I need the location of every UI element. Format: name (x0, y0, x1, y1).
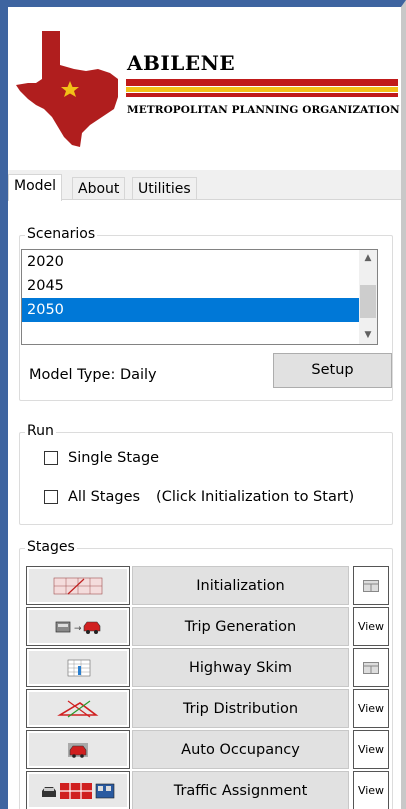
traffic-assignment-icon-button[interactable] (26, 771, 130, 809)
all-stages-checkbox[interactable] (44, 490, 58, 504)
highway-skim-table-button[interactable] (353, 648, 389, 687)
scrollbar-thumb[interactable] (360, 285, 376, 318)
logo-stripe-red-2 (126, 93, 398, 97)
list-item[interactable]: 2020 (22, 250, 360, 274)
setup-button[interactable]: Setup (273, 353, 392, 388)
single-stage-checkbox[interactable] (44, 451, 58, 465)
skim-table-icon (67, 659, 91, 676)
distribution-triangle-icon (57, 700, 99, 717)
highway-skim-icon-button[interactable] (26, 648, 130, 687)
auto-occupancy-view-button[interactable]: View (353, 730, 389, 769)
stage-row-trip-distribution: Trip Distribution View (26, 689, 401, 728)
list-item[interactable]: 2050 (22, 298, 360, 322)
stages-label: Stages (25, 538, 77, 556)
all-stages-option[interactable]: All Stages (Click Initialization to Star… (44, 489, 354, 505)
texas-map-icon (16, 31, 118, 147)
car-to-car-icon: → (55, 621, 101, 634)
scrollbar[interactable]: ▲ ▼ (359, 250, 377, 344)
vehicles-assignment-icon (42, 782, 115, 799)
stage-row-traffic-assignment: Traffic Assignment View (26, 771, 401, 809)
all-stages-hint: (Click Initialization to Start) (156, 489, 355, 505)
model-type-label: Model Type: Daily (29, 367, 157, 383)
all-stages-label: All Stages (68, 489, 141, 505)
stage-row-highway-skim: Highway Skim (26, 648, 401, 687)
initialization-button[interactable]: Initialization (132, 566, 349, 605)
auto-occupancy-icon-button[interactable] (26, 730, 130, 769)
trip-distribution-icon-button[interactable] (26, 689, 130, 728)
app-window: Abilene Metropolitan Planning Organizati… (8, 7, 401, 809)
auto-occupancy-button[interactable]: Auto Occupancy (132, 730, 349, 769)
trip-generation-icon-button[interactable]: → (26, 607, 130, 646)
traffic-assignment-view-button[interactable]: View (353, 771, 389, 809)
red-car-icon (68, 742, 88, 758)
logo-stripe-red (126, 79, 398, 86)
list-item[interactable]: 2045 (22, 274, 360, 298)
chevron-up-icon[interactable]: ▲ (359, 250, 377, 267)
chevron-down-icon[interactable]: ▼ (359, 327, 377, 344)
stage-row-initialization: Initialization (26, 566, 401, 605)
initialization-table-button[interactable] (353, 566, 389, 605)
trip-distribution-button[interactable]: Trip Distribution (132, 689, 349, 728)
single-stage-option[interactable]: Single Stage (44, 450, 159, 466)
initialization-icon-button[interactable] (26, 566, 130, 605)
tab-model[interactable]: Model (8, 174, 63, 201)
table-icon (363, 579, 379, 592)
logo-name: Abilene (127, 51, 236, 75)
highway-skim-button[interactable]: Highway Skim (132, 648, 349, 687)
grid-map-icon (53, 577, 103, 594)
trip-generation-button[interactable]: Trip Generation (132, 607, 349, 646)
tab-bar: Model About Utilities (8, 174, 401, 201)
scenarios-label: Scenarios (25, 225, 98, 243)
run-group: Run (19, 422, 393, 525)
svg-text:→: → (74, 624, 82, 634)
tab-about[interactable]: About (72, 177, 126, 200)
run-label: Run (25, 422, 56, 440)
stage-row-auto-occupancy: Auto Occupancy View (26, 730, 401, 769)
abilene-mpo-logo: Abilene Metropolitan Planning Organizati… (8, 7, 401, 170)
trip-generation-view-button[interactable]: View (353, 607, 389, 646)
scenario-listbox[interactable]: 2020 2045 2050 ▲ ▼ (21, 249, 378, 345)
single-stage-label: Single Stage (68, 450, 160, 466)
trip-distribution-view-button[interactable]: View (353, 689, 389, 728)
table-icon (363, 661, 379, 674)
logo-stripe-yellow (126, 87, 398, 92)
model-panel: Scenarios 2020 2045 2050 ▲ ▼ Model Type:… (8, 199, 401, 809)
tab-utilities[interactable]: Utilities (132, 177, 197, 200)
traffic-assignment-button[interactable]: Traffic Assignment (132, 771, 349, 809)
logo-subtitle: Metropolitan Planning Organization (127, 104, 400, 116)
stage-row-trip-generation: → Trip Generation View (26, 607, 401, 646)
